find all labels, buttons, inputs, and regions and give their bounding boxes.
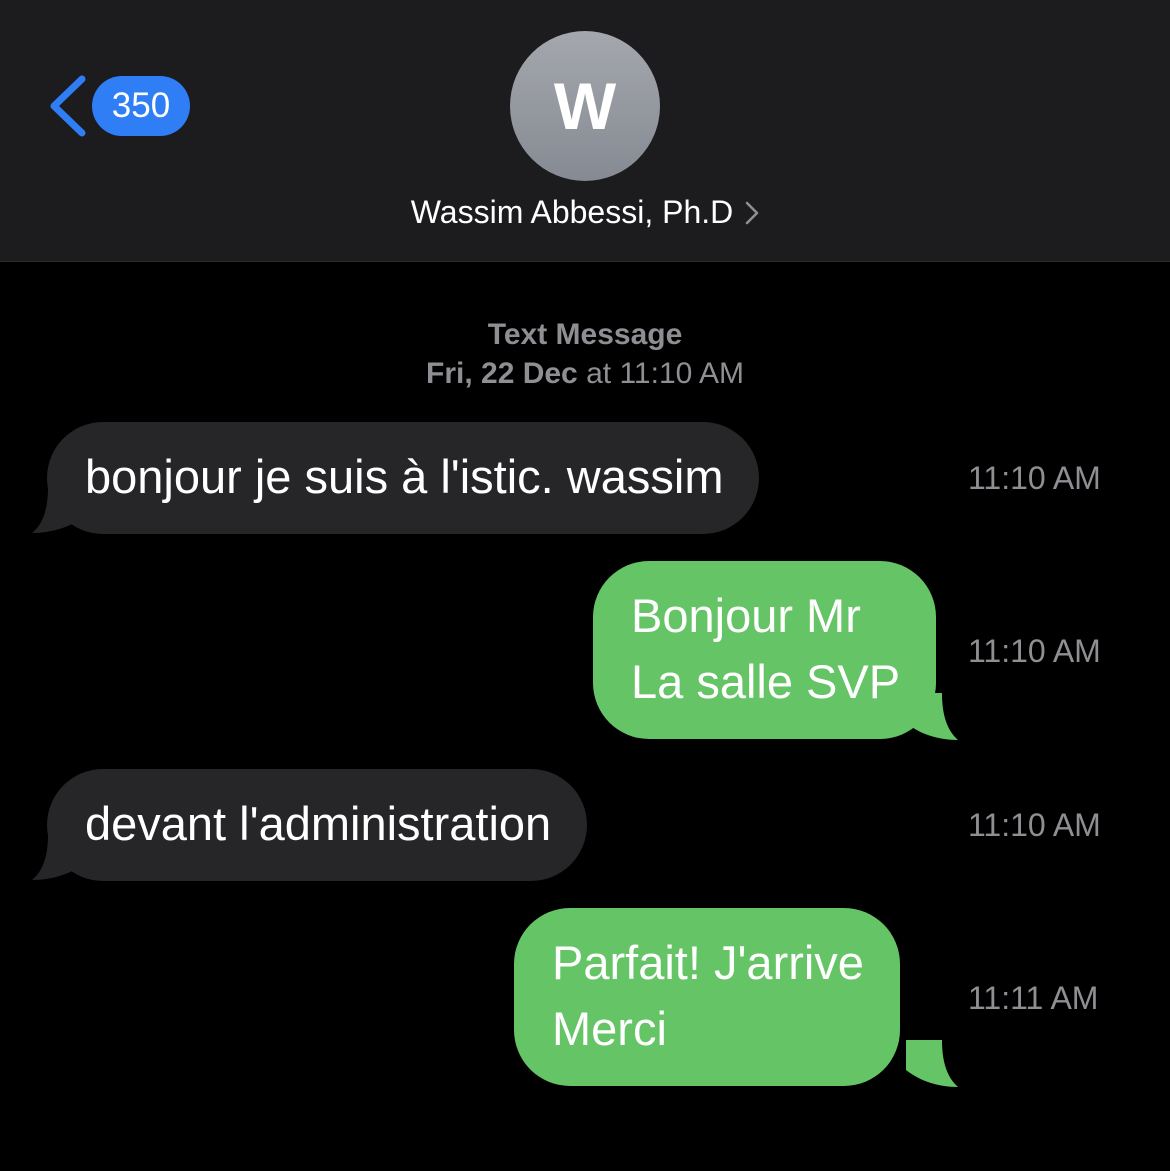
sent-message-bubble[interactable]: Parfait! J'arrive Merci (514, 908, 900, 1086)
avatar-initial: W (553, 69, 617, 143)
message-text-line-1: Bonjour Mr (631, 589, 861, 642)
date-time: 11:10 AM (619, 357, 744, 390)
date-at: at (586, 357, 612, 390)
message-text: bonjour je suis à l'istic. wassim (85, 450, 724, 503)
message-timestamp: 11:11 AM (968, 980, 1099, 1016)
back-button[interactable]: 350 (44, 72, 190, 140)
message-text-line-2: La salle SVP (631, 655, 901, 708)
message-thread[interactable]: Text Message Fri, 22 Dec at 11:10 AM bon… (0, 263, 1170, 1171)
avatar[interactable]: W (510, 31, 660, 181)
received-message-bubble[interactable]: devant l'administration (47, 769, 588, 881)
message-timestamp: 11:10 AM (968, 633, 1101, 669)
message-timestamp: 11:10 AM (968, 460, 1101, 496)
chevron-left-icon (50, 75, 86, 137)
message-text-line-1: Parfait! J'arrive (552, 936, 864, 989)
received-message-bubble[interactable]: bonjour je suis à l'istic. wassim (47, 422, 760, 534)
conversation-info: Text Message Fri, 22 Dec at 11:10 AM (0, 315, 1170, 393)
service-label: Text Message (487, 318, 683, 351)
conversation-date: Fri, 22 Dec at 11:10 AM (0, 354, 1170, 393)
message-text-line-2: Merci (552, 1002, 667, 1055)
conversation-header: 350 W Wassim Abbessi, Ph.D (0, 0, 1170, 262)
chevron-right-icon (745, 201, 759, 224)
messages-app: 350 W Wassim Abbessi, Ph.D Text Message … (0, 0, 1170, 1171)
contact-name: Wassim Abbessi, Ph.D (410, 194, 734, 230)
sent-message-bubble[interactable]: Bonjour Mr La salle SVP (593, 561, 937, 739)
message-text: devant l'administration (85, 797, 552, 850)
message-timestamp: 11:10 AM (968, 807, 1101, 843)
contact-name-button[interactable]: Wassim Abbessi, Ph.D (0, 194, 1170, 231)
bubble-tail (906, 1040, 958, 1087)
date-day: Fri, 22 Dec (426, 357, 578, 390)
unread-count-badge: 350 (92, 76, 190, 136)
